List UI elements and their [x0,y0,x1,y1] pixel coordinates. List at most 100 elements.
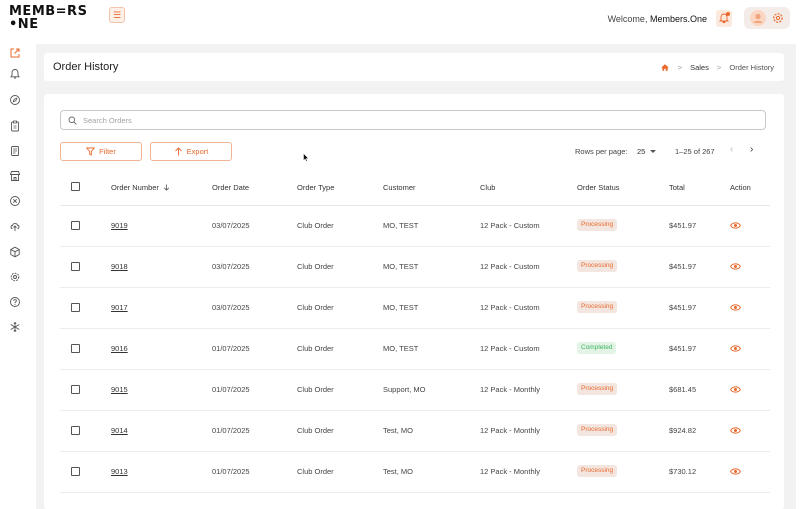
order-date: 03/07/2025 [212,303,250,312]
snowflake-icon[interactable] [9,321,21,333]
order-date: 03/07/2025 [212,221,250,230]
external-link-icon[interactable] [9,47,21,59]
header-total[interactable]: Total [669,183,685,192]
order-number-link[interactable]: 9017 [111,303,128,312]
filter-button[interactable]: Filter [60,142,142,161]
breadcrumb-sales[interactable]: Sales [690,63,709,72]
order-date: 03/07/2025 [212,262,250,271]
row-checkbox[interactable] [71,262,80,271]
header-order-date[interactable]: Order Date [212,183,249,192]
profile-menu[interactable] [744,7,790,29]
order-type: Club Order [297,262,334,271]
cube-icon[interactable] [9,246,21,258]
customer: MO, TEST [383,303,419,312]
cloud-upload-icon[interactable] [9,220,21,232]
order-number-link[interactable]: 9015 [111,385,128,394]
total: $730.12 [669,467,697,476]
welcome-prefix: Welcome, [607,14,648,24]
gear-icon[interactable] [9,271,21,283]
clipboard-icon[interactable] [9,120,21,132]
table-row: 9019 03/07/2025 Club Order MO, TEST 12 P… [60,206,770,247]
order-number-link[interactable]: 9016 [111,344,128,353]
header-order-type[interactable]: Order Type [297,183,334,192]
header-order-number-label: Order Number [111,183,159,192]
status-badge: Processing [577,465,618,477]
order-number-link[interactable]: 9013 [111,467,128,476]
customer: MO, TEST [383,262,419,271]
view-eye-icon[interactable] [730,221,741,230]
status-badge: Processing [577,424,618,436]
customer: Test, MO [383,467,414,476]
customer: MO, TEST [383,221,419,230]
search-input[interactable] [83,114,683,127]
logo-line-2: •NE [9,17,39,32]
breadcrumb-separator-icon: > [677,63,682,72]
order-date: 01/07/2025 [212,344,250,353]
order-type: Club Order [297,221,334,230]
export-label: Export [186,147,209,156]
notifications-button[interactable] [716,10,732,27]
table-row: 9015 01/07/2025 Club Order Support, MO 1… [60,370,770,411]
header-order-status[interactable]: Order Status [577,183,620,192]
export-button[interactable]: Export [150,142,232,161]
settings-gear-icon[interactable] [771,11,785,25]
logo[interactable]: MEMB=RS •NE [9,5,89,33]
club: 12 Pack - Custom [480,221,540,230]
table-row: 9014 01/07/2025 Club Order Test, MO 12 P… [60,411,770,452]
header-order-number[interactable]: Order Number [111,183,170,192]
order-type: Club Order [297,303,334,312]
help-icon[interactable] [9,296,21,308]
row-checkbox[interactable] [71,344,80,353]
pagination-range: 1–25 of 267 [675,147,715,156]
club: 12 Pack - Custom [480,303,540,312]
chevron-right-icon: › [750,144,754,155]
compass-icon[interactable] [9,94,21,106]
header-action: Action [730,183,751,192]
row-checkbox[interactable] [71,467,80,476]
status-badge: Processing [577,260,618,272]
user-name: Members.One [649,14,707,24]
row-checkbox[interactable] [71,385,80,394]
row-checkbox[interactable] [71,221,80,230]
row-checkbox[interactable] [71,303,80,312]
order-date: 01/07/2025 [212,467,250,476]
header-club[interactable]: Club [480,183,495,192]
header-customer[interactable]: Customer [383,183,416,192]
total: $451.97 [669,262,697,271]
view-eye-icon[interactable] [730,262,741,271]
total: $451.97 [669,303,697,312]
next-page-button[interactable]: › [750,145,760,155]
welcome-text: Welcome, Members.One [608,14,707,24]
view-eye-icon[interactable] [730,467,741,476]
breadcrumb: > Sales > Order History [661,63,774,72]
view-eye-icon[interactable] [730,426,741,435]
view-eye-icon[interactable] [730,344,741,353]
order-number-link[interactable]: 9019 [111,221,128,230]
bell-icon[interactable] [9,68,21,80]
status-badge: Processing [577,219,618,231]
status-badge: Completed [577,342,617,354]
previous-page-button[interactable]: ‹ [730,145,740,155]
cancel-circle-icon[interactable] [9,195,21,207]
order-number-link[interactable]: 9018 [111,262,128,271]
select-all-checkbox[interactable] [71,182,80,191]
search-box[interactable] [60,110,766,130]
view-eye-icon[interactable] [730,385,741,394]
club: 12 Pack - Custom [480,344,540,353]
status-badge: Processing [577,383,618,395]
store-icon[interactable] [9,170,21,182]
row-checkbox[interactable] [71,426,80,435]
home-icon[interactable] [661,64,670,71]
rows-per-page-select[interactable]: 25 [637,147,657,156]
view-eye-icon[interactable] [730,303,741,312]
avatar[interactable] [750,10,766,26]
breadcrumb-current: Order History [729,63,774,72]
total: $924.82 [669,426,697,435]
sidebar [0,40,32,509]
order-number-link[interactable]: 9014 [111,426,128,435]
search-icon [68,116,77,125]
top-header: MEMB=RS •NE ☰ Welcome, Members.One [0,0,800,40]
document-icon[interactable] [9,145,21,157]
menu-toggle-button[interactable]: ☰ [109,7,125,23]
notification-dot [726,12,730,16]
